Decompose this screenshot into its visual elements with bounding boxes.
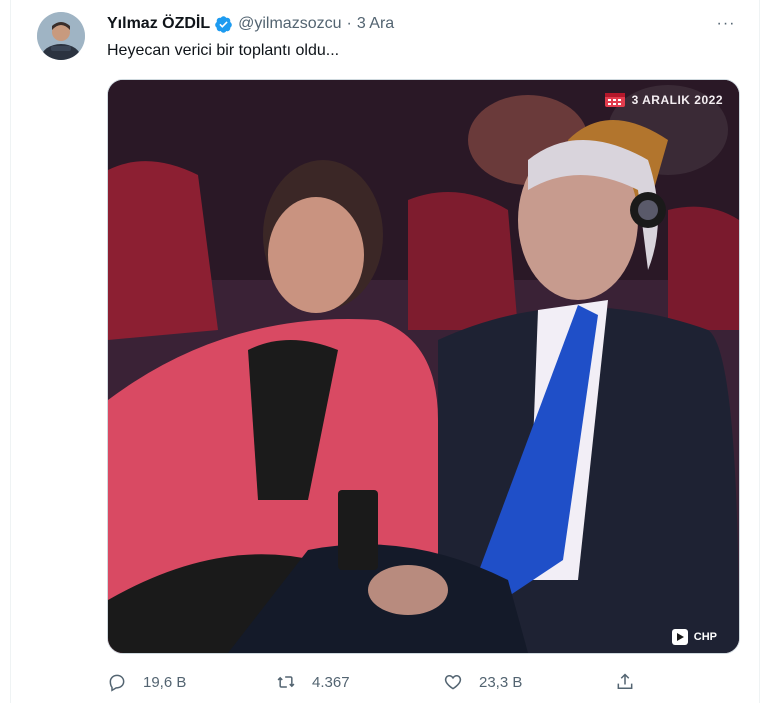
tweet-text: Heyecan verici bir toplantı oldu... xyxy=(107,42,340,59)
author-handle[interactable]: @yilmazsozcu xyxy=(238,15,341,33)
tweet-timestamp[interactable]: 3 Ara xyxy=(357,15,394,33)
play-icon xyxy=(671,629,688,645)
avatar[interactable] xyxy=(37,12,85,60)
heart-icon xyxy=(444,674,462,690)
reply-icon xyxy=(109,674,125,692)
tweet-actions: 19,6 B 4.367 23,3 B xyxy=(107,668,739,696)
date-overlay-text: 3 ARALIK 2022 xyxy=(631,93,723,107)
retweet-button[interactable]: 4.367 xyxy=(276,668,350,696)
reply-count: 19,6 B xyxy=(143,673,187,691)
separator-dot: · xyxy=(346,15,352,32)
retweet-icon xyxy=(277,676,295,688)
author-name[interactable]: Yılmaz ÖZDİL xyxy=(107,15,210,33)
tweet-header: Yılmaz ÖZDİL @yilmazsozcu · 3 Ara xyxy=(107,13,394,35)
video-watermark: CHP xyxy=(671,629,717,645)
reply-button[interactable]: 19,6 B xyxy=(107,668,186,696)
like-count: 23,3 B xyxy=(479,673,523,691)
tweet-media[interactable]: 3 ARALIK 2022 CHP xyxy=(107,79,740,654)
more-icon[interactable]: ··· xyxy=(712,12,740,36)
video-frame xyxy=(108,80,739,653)
like-button[interactable]: 23,3 B xyxy=(443,668,522,696)
watermark-text: CHP xyxy=(693,631,717,643)
date-overlay: 3 ARALIK 2022 xyxy=(604,92,723,108)
share-button[interactable] xyxy=(615,668,635,696)
share-icon xyxy=(617,673,633,689)
calendar-icon xyxy=(604,93,625,107)
retweet-count: 4.367 xyxy=(312,673,350,691)
verified-badge-icon xyxy=(215,15,232,33)
